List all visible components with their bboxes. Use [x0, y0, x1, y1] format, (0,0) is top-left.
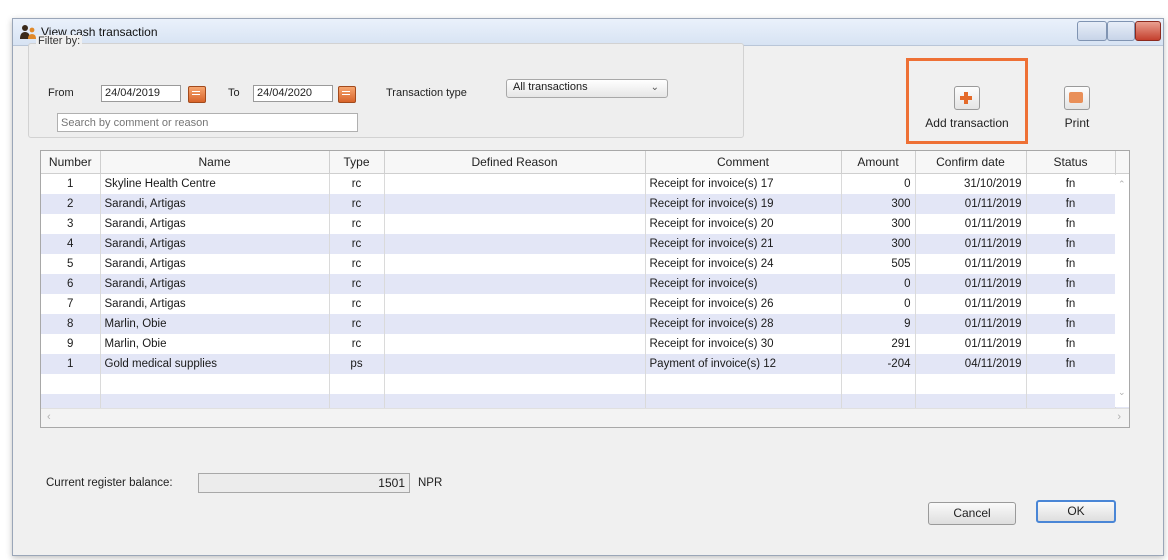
horizontal-scrollbar[interactable]: ‹ ›: [41, 408, 1129, 427]
table-row[interactable]: 8 Marlin, Obie rc Receipt for invoice(s) 28…: [41, 314, 1129, 334]
table-row[interactable]: 3 Sarandi, Artigas rc Receipt for invoice(s…: [41, 214, 1129, 234]
table-row-empty: [41, 374, 1129, 394]
transaction-type-select[interactable]: All transactions ⌄: [506, 79, 668, 98]
table-row[interactable]: 5 Sarandi, Artigas rc Receipt for invoice(s…: [41, 254, 1129, 274]
balance-value: 1501: [198, 473, 410, 493]
table-row[interactable]: 6 Sarandi, Artigas rc Receipt for invoice(s…: [41, 274, 1129, 294]
title-bar: View cash transaction: [13, 19, 1163, 46]
plus-icon: [954, 86, 980, 110]
table-row[interactable]: 1 Skyline Health Centre rc Receipt for invo…: [41, 173, 1129, 194]
to-label: To: [228, 87, 240, 99]
chevron-down-icon: ⌄: [650, 82, 659, 93]
col-status-header[interactable]: Status: [1026, 151, 1116, 174]
vertical-scrollbar[interactable]: ⌃ ⌄: [1115, 175, 1129, 407]
minimize-button[interactable]: [1077, 21, 1107, 41]
from-label: From: [48, 87, 74, 99]
maximize-button[interactable]: [1107, 21, 1135, 41]
table-row[interactable]: 9 Marlin, Obie rc Receipt for invoice(s) 30…: [41, 334, 1129, 354]
table-row[interactable]: 2 Sarandi, Artigas rc Receipt for invoice(s…: [41, 194, 1129, 214]
scroll-left-icon[interactable]: ‹: [47, 411, 51, 423]
table-row[interactable]: 4 Sarandi, Artigas rc Receipt for invoice(s…: [41, 234, 1129, 254]
print-button[interactable]: Print: [1052, 86, 1102, 130]
col-reason-header[interactable]: Defined Reason: [384, 151, 646, 174]
col-date-header[interactable]: Confirm date: [915, 151, 1027, 174]
table-row[interactable]: 1 Gold medical supplies ps Payment of invoi…: [41, 354, 1129, 374]
cancel-button[interactable]: Cancel: [928, 502, 1016, 525]
add-transaction-button[interactable]: Add transaction: [914, 86, 1020, 130]
col-number-header[interactable]: Number: [41, 151, 101, 174]
col-name-header[interactable]: Name: [100, 151, 330, 174]
users-icon: [20, 25, 36, 39]
table-header-row: Number Name Type Defined Reason Comment …: [41, 151, 1129, 174]
scroll-down-icon[interactable]: ⌄: [1118, 387, 1126, 398]
table-row[interactable]: 7 Sarandi, Artigas rc Receipt for invoice(s…: [41, 294, 1129, 314]
search-input[interactable]: [57, 113, 358, 132]
scroll-right-icon[interactable]: ›: [1117, 411, 1121, 423]
print-label: Print: [1064, 116, 1090, 130]
balance-label: Current register balance:: [46, 477, 173, 489]
col-comment-header[interactable]: Comment: [645, 151, 842, 174]
scroll-up-icon[interactable]: ⌃: [1118, 179, 1126, 190]
col-amount-header[interactable]: Amount: [841, 151, 916, 174]
close-button[interactable]: [1135, 21, 1161, 41]
col-type-header[interactable]: Type: [329, 151, 385, 174]
from-calendar-icon[interactable]: [188, 86, 206, 103]
filter-group-label: Filter by:: [36, 35, 83, 47]
transactions-table[interactable]: Number Name Type Defined Reason Comment …: [40, 150, 1130, 428]
add-transaction-label: Add transaction: [925, 116, 1009, 130]
printer-icon: [1064, 86, 1090, 110]
to-date-field[interactable]: 24/04/2020: [253, 85, 333, 102]
transaction-type-value: All transactions: [513, 81, 588, 93]
ok-button[interactable]: OK: [1036, 500, 1116, 523]
to-calendar-icon[interactable]: [338, 86, 356, 103]
from-date-field[interactable]: 24/04/2019: [101, 85, 181, 102]
currency-label: NPR: [418, 477, 443, 489]
transaction-type-label: Transaction type: [386, 87, 467, 99]
